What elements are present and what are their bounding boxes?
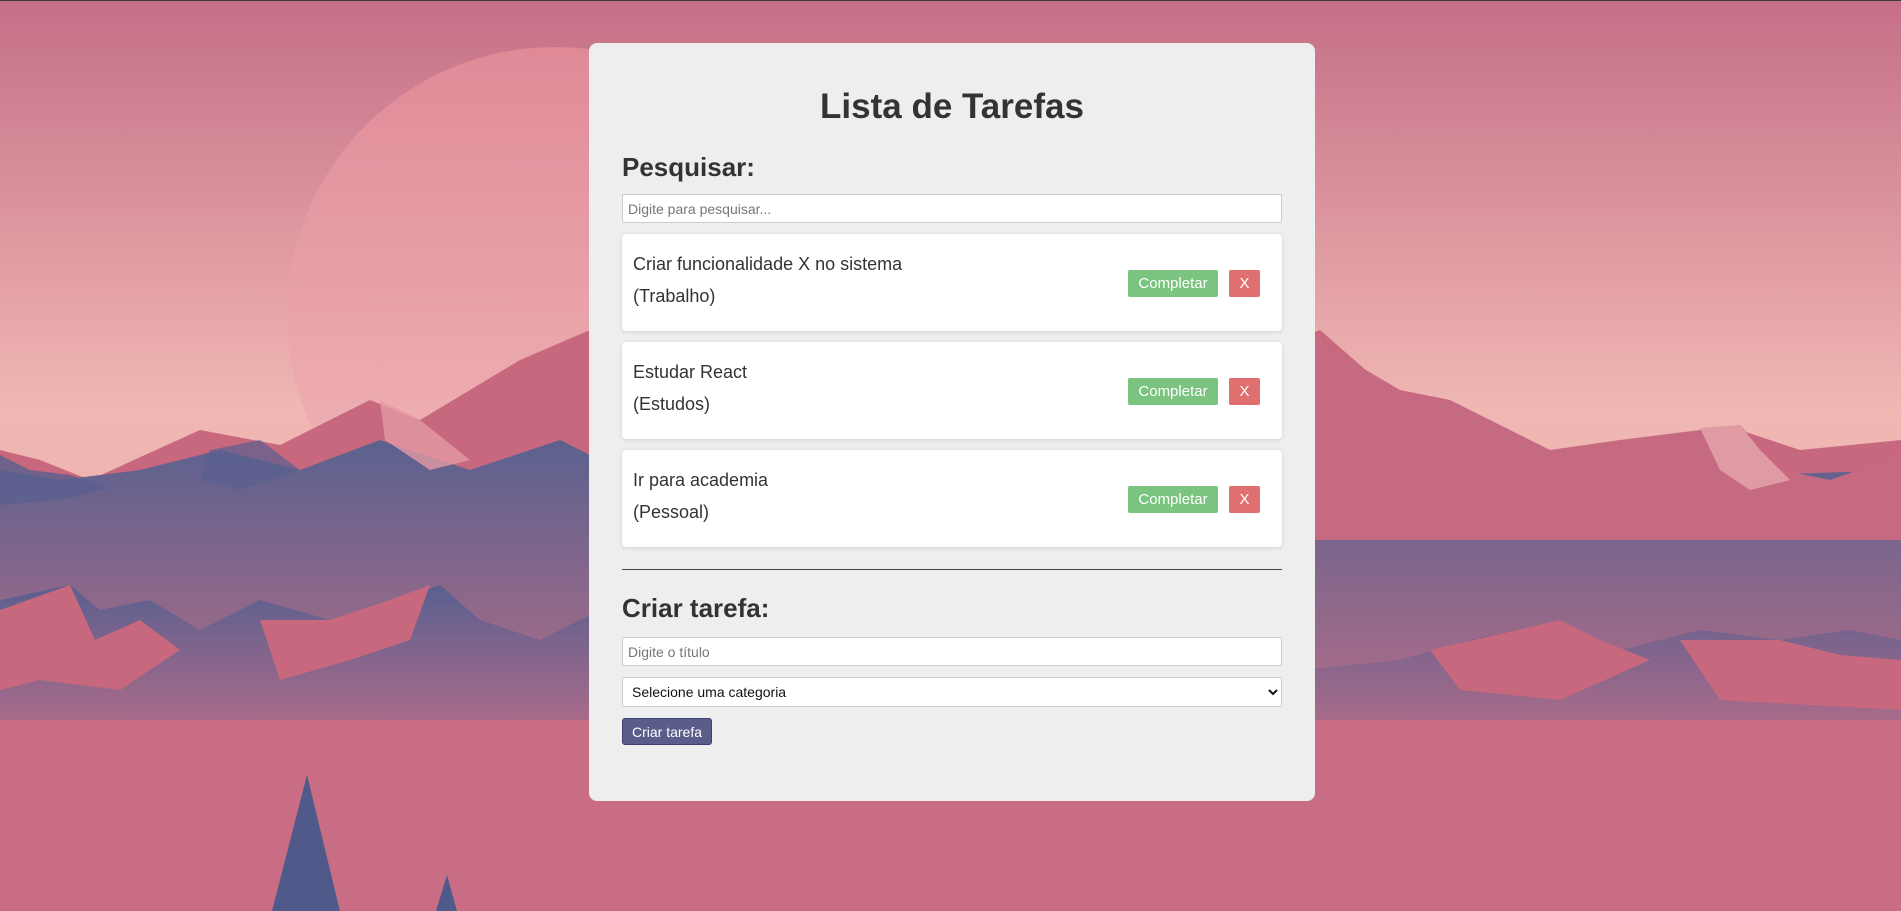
- page-title: Lista de Tarefas: [820, 87, 1084, 126]
- todo-list: Criar funcionalidade X no sistema (Traba…: [622, 234, 1282, 547]
- complete-button[interactable]: Completar: [1128, 486, 1218, 513]
- window-top-border: [0, 0, 1901, 1]
- search-heading: Pesquisar:: [622, 152, 755, 182]
- remove-button[interactable]: X: [1229, 378, 1260, 405]
- category-select[interactable]: Selecione uma categoria: [622, 677, 1282, 707]
- todo-item: Estudar React (Estudos) Completar X: [622, 342, 1282, 439]
- todo-app-panel: Lista de Tarefas Pesquisar: Criar funcio…: [589, 43, 1315, 801]
- todo-item: Criar funcionalidade X no sistema (Traba…: [622, 234, 1282, 331]
- task-title-input[interactable]: [622, 637, 1282, 666]
- complete-button[interactable]: Completar: [1128, 270, 1218, 297]
- todo-item: Ir para academia (Pessoal) Completar X: [622, 450, 1282, 547]
- create-heading: Criar tarefa:: [622, 593, 770, 623]
- todo-actions: Completar X: [1128, 270, 1260, 297]
- section-divider: [622, 569, 1282, 570]
- search-input[interactable]: [622, 194, 1282, 223]
- complete-button[interactable]: Completar: [1128, 378, 1218, 405]
- remove-button[interactable]: X: [1229, 270, 1260, 297]
- create-task-button[interactable]: Criar tarefa: [622, 718, 713, 745]
- todo-actions: Completar X: [1128, 486, 1260, 513]
- todo-actions: Completar X: [1128, 378, 1260, 405]
- remove-button[interactable]: X: [1229, 486, 1260, 513]
